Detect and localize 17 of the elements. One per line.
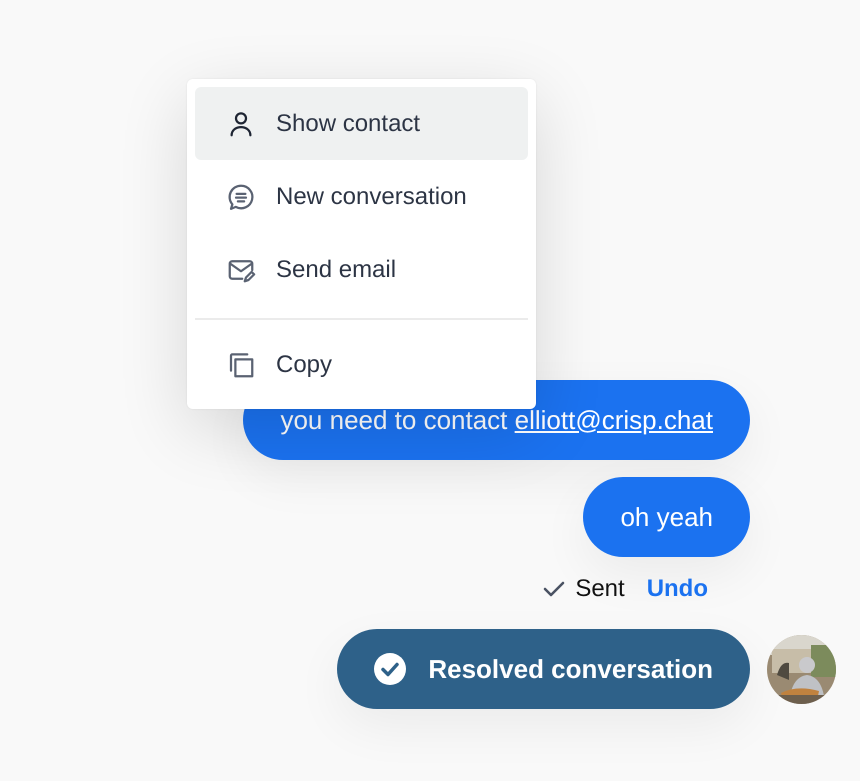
- menu-item[interactable]: Send email: [195, 233, 528, 306]
- menu-item-label: Send email: [276, 256, 396, 284]
- message-text: oh yeah: [620, 502, 713, 532]
- menu-item[interactable]: Show contact: [195, 87, 528, 160]
- menu-item[interactable]: Copy: [195, 328, 528, 401]
- email-link[interactable]: elliott@crisp.chat: [514, 404, 713, 434]
- menu-item[interactable]: New conversation: [195, 160, 528, 233]
- chat-bubble-icon: [226, 182, 256, 212]
- check-icon: [543, 581, 566, 597]
- message-text: you need to contact elliott@crisp.chat: [280, 404, 713, 436]
- sent-status: Sent: [575, 575, 625, 603]
- menu-item-label: Show contact: [276, 110, 420, 138]
- check-circle-icon: [374, 653, 406, 685]
- menu-item-label: New conversation: [276, 182, 467, 210]
- menu-item-label: Copy: [276, 350, 332, 378]
- undo-link[interactable]: Undo: [646, 575, 708, 603]
- event-text: Resolved conversation: [428, 654, 713, 684]
